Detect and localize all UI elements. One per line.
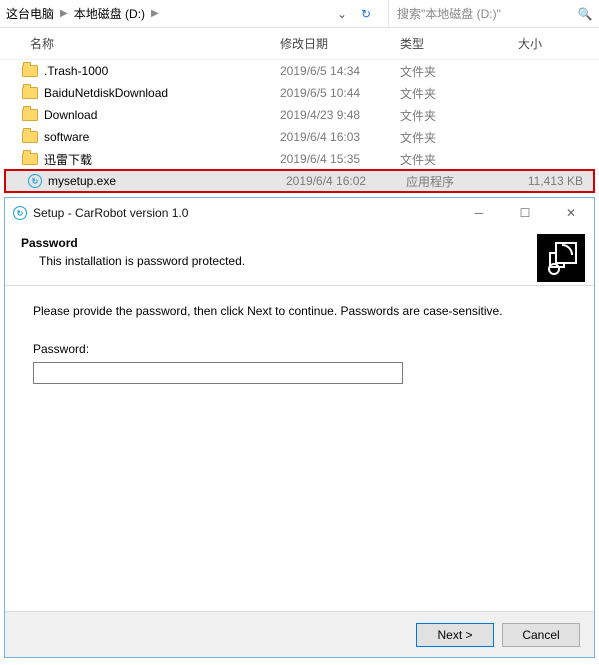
password-input[interactable]	[33, 362, 403, 384]
address-dropdown-button[interactable]: ⌄	[330, 0, 354, 27]
dialog-header: Password This installation is password p…	[5, 228, 594, 286]
close-icon: ✕	[566, 206, 576, 220]
folder-icon	[22, 87, 38, 99]
folder-icon	[22, 153, 38, 165]
close-button[interactable]: ✕	[548, 198, 594, 228]
file-name: Download	[44, 108, 97, 122]
search-box[interactable]: 搜索"本地磁盘 (D:)" 🔍	[388, 0, 599, 27]
address-bar-row: 这台电脑 ▶ 本地磁盘 (D:) ▶ ⌄ ↻ 搜索"本地磁盘 (D:)" 🔍	[0, 0, 599, 28]
refresh-icon: ↻	[361, 7, 371, 21]
file-explorer: 这台电脑 ▶ 本地磁盘 (D:) ▶ ⌄ ↻ 搜索"本地磁盘 (D:)" 🔍 名…	[0, 0, 599, 193]
file-date: 2019/6/4 15:35	[280, 152, 400, 166]
file-name: BaiduNetdiskDownload	[44, 86, 168, 100]
table-row[interactable]: 迅雷下载 2019/6/4 15:35 文件夹	[0, 148, 599, 170]
next-button[interactable]: Next >	[416, 623, 494, 647]
chevron-down-icon: ⌄	[337, 7, 347, 21]
search-icon: 🔍	[578, 7, 593, 21]
dialog-footer: Next > Cancel	[5, 611, 594, 657]
file-date: 2019/6/4 16:02	[286, 174, 406, 188]
file-type: 文件夹	[400, 151, 518, 168]
column-header-size[interactable]: 大小	[518, 35, 599, 52]
search-button[interactable]: 🔍	[571, 7, 599, 21]
column-header-date[interactable]: 修改日期	[280, 35, 400, 52]
file-size: 11,413 KB	[524, 174, 593, 188]
chevron-right-icon: ▶	[147, 8, 163, 19]
application-icon: ↻	[13, 206, 27, 220]
refresh-button[interactable]: ↻	[354, 0, 378, 27]
file-type: 文件夹	[400, 129, 518, 146]
file-date: 2019/6/5 10:44	[280, 86, 400, 100]
page-subtitle: This installation is password protected.	[21, 250, 536, 268]
table-row[interactable]: Download 2019/4/23 9:48 文件夹	[0, 104, 599, 126]
cancel-button[interactable]: Cancel	[502, 623, 580, 647]
maximize-button[interactable]: ☐	[502, 198, 548, 228]
dialog-content: Please provide the password, then click …	[5, 286, 594, 611]
file-type: 文件夹	[400, 85, 518, 102]
table-row[interactable]: software 2019/6/4 16:03 文件夹	[0, 126, 599, 148]
file-date: 2019/6/5 14:34	[280, 64, 400, 78]
folder-icon	[22, 65, 38, 77]
search-placeholder: 搜索"本地磁盘 (D:)"	[397, 5, 571, 22]
table-row[interactable]: .Trash-1000 2019/6/5 14:34 文件夹	[0, 60, 599, 82]
installer-logo-icon	[537, 234, 585, 282]
column-header-type[interactable]: 类型	[400, 35, 518, 52]
file-name: .Trash-1000	[44, 64, 108, 78]
highlight-annotation: ↻ mysetup.exe 2019/6/4 16:02 应用程序 11,413 …	[4, 169, 595, 193]
application-icon: ↻	[28, 174, 42, 188]
file-name: 迅雷下载	[44, 151, 92, 168]
maximize-icon: ☐	[520, 206, 531, 220]
page-title: Password	[21, 236, 536, 250]
instruction-text: Please provide the password, then click …	[33, 304, 566, 318]
file-type: 文件夹	[400, 63, 518, 80]
minimize-icon: ─	[475, 206, 484, 220]
table-row[interactable]: BaiduNetdiskDownload 2019/6/5 10:44 文件夹	[0, 82, 599, 104]
setup-dialog: ↻ Setup - CarRobot version 1.0 ─ ☐ ✕ Pas…	[4, 197, 595, 658]
breadcrumb-segment[interactable]: 本地磁盘 (D:)	[72, 5, 147, 22]
file-date: 2019/6/4 16:03	[280, 130, 400, 144]
title-bar[interactable]: ↻ Setup - CarRobot version 1.0 ─ ☐ ✕	[5, 198, 594, 228]
column-header-name[interactable]: 名称	[0, 35, 280, 52]
file-date: 2019/4/23 9:48	[280, 108, 400, 122]
breadcrumb[interactable]: 这台电脑 ▶ 本地磁盘 (D:) ▶	[0, 0, 330, 27]
chevron-right-icon: ▶	[56, 8, 72, 19]
column-headers: 名称 修改日期 类型 大小	[0, 28, 599, 60]
folder-icon	[22, 131, 38, 143]
file-name: software	[44, 130, 89, 144]
window-title: Setup - CarRobot version 1.0	[33, 206, 456, 220]
password-label: Password:	[33, 342, 566, 356]
file-list: .Trash-1000 2019/6/5 14:34 文件夹 BaiduNetd…	[0, 60, 599, 193]
file-type: 文件夹	[400, 107, 518, 124]
file-name: mysetup.exe	[48, 174, 116, 188]
file-type: 应用程序	[406, 173, 524, 190]
breadcrumb-segment[interactable]: 这台电脑	[4, 5, 56, 22]
minimize-button[interactable]: ─	[456, 198, 502, 228]
table-row[interactable]: ↻ mysetup.exe 2019/6/4 16:02 应用程序 11,413 …	[6, 171, 593, 191]
folder-icon	[22, 109, 38, 121]
